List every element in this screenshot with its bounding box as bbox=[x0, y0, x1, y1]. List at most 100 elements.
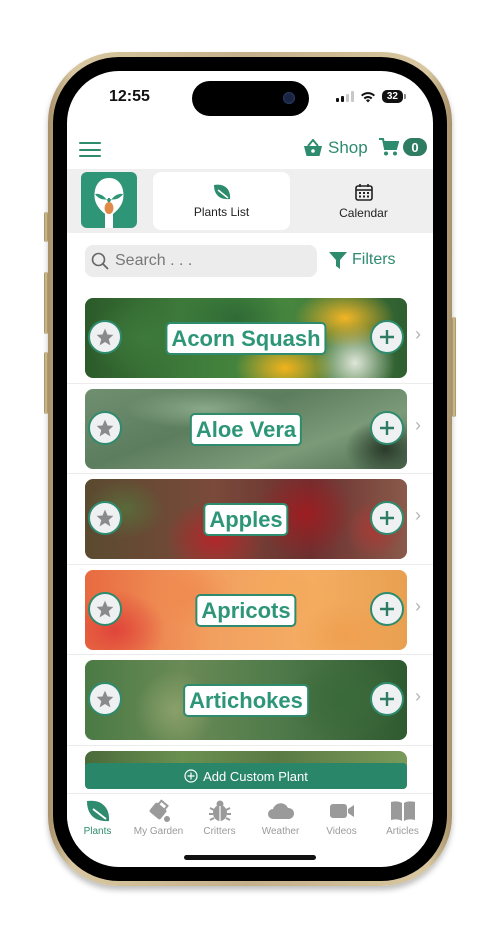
plant-card[interactable]: Acorn Squash bbox=[85, 298, 407, 378]
search-field[interactable] bbox=[85, 245, 317, 277]
favorite-button[interactable] bbox=[88, 410, 122, 445]
plus-icon bbox=[380, 420, 394, 435]
plant-card[interactable]: Aloe Vera bbox=[85, 388, 407, 469]
search-row: Filters bbox=[67, 243, 433, 279]
menu-button[interactable] bbox=[79, 142, 101, 157]
plant-name: Aloe Vera bbox=[189, 412, 303, 446]
plus-icon bbox=[380, 511, 394, 525]
star-icon bbox=[96, 690, 114, 708]
favorite-button[interactable] bbox=[88, 320, 122, 354]
action-button bbox=[44, 212, 48, 242]
leaf-icon bbox=[213, 184, 230, 200]
cart-button[interactable]: 0 bbox=[379, 138, 427, 156]
nav-videos[interactable]: Videos bbox=[311, 794, 372, 846]
cart-count-badge: 0 bbox=[403, 138, 427, 156]
chevron-right-icon[interactable]: › bbox=[415, 324, 421, 345]
nav-my-garden[interactable]: My Garden bbox=[128, 794, 189, 846]
home-indicator[interactable] bbox=[184, 855, 316, 860]
plant-row-aloe-vera[interactable]: Aloe Vera › bbox=[67, 384, 433, 474]
shop-label: Shop bbox=[328, 138, 368, 157]
chevron-right-icon[interactable]: › bbox=[415, 505, 421, 526]
shop-button[interactable]: Shop bbox=[303, 138, 368, 158]
add-custom-plant-button[interactable]: Add Custom Plant bbox=[85, 763, 407, 789]
plant-row-apples[interactable]: Apples › bbox=[67, 474, 433, 565]
camera-icon bbox=[283, 92, 295, 104]
plant-list[interactable]: Acorn Squash › Aloe Vera › Apples › Apri… bbox=[67, 293, 433, 783]
wifi-icon bbox=[360, 91, 375, 102]
favorite-button[interactable] bbox=[88, 682, 122, 716]
add-plant-button[interactable] bbox=[370, 320, 404, 354]
cart-icon bbox=[379, 138, 399, 156]
favorite-button[interactable] bbox=[88, 501, 122, 535]
volume-down-button bbox=[44, 352, 48, 414]
favorite-button[interactable] bbox=[88, 591, 122, 626]
nav-label: Plants bbox=[83, 826, 112, 837]
dynamic-island bbox=[192, 81, 309, 116]
star-icon bbox=[96, 509, 114, 527]
plus-icon bbox=[380, 330, 394, 344]
star-icon bbox=[96, 419, 114, 436]
video-camera-icon bbox=[329, 804, 354, 818]
top-tab-bar: Plants List Calendar bbox=[67, 169, 433, 233]
nav-weather[interactable]: Weather bbox=[250, 794, 311, 846]
star-icon bbox=[96, 600, 114, 617]
chevron-right-icon[interactable]: › bbox=[415, 415, 421, 436]
add-plant-button[interactable] bbox=[370, 591, 404, 626]
top-bar: Shop 0 bbox=[67, 135, 433, 165]
cloud-icon bbox=[267, 803, 294, 819]
power-button bbox=[452, 317, 456, 417]
tab-label: Calendar bbox=[339, 206, 388, 220]
add-plant-button[interactable] bbox=[370, 501, 404, 535]
search-icon bbox=[91, 252, 109, 270]
add-custom-plant-label: Add Custom Plant bbox=[203, 768, 308, 784]
plant-name: Artichokes bbox=[183, 684, 309, 717]
plant-row-acorn-squash[interactable]: Acorn Squash › bbox=[67, 293, 433, 384]
nav-label: Weather bbox=[261, 826, 300, 837]
plant-name: Apricots bbox=[195, 593, 297, 627]
phone-frame: 12:55 32 Shop 0 Plants List Calendar Sea… bbox=[44, 52, 456, 886]
nav-plants[interactable]: Plants bbox=[67, 794, 128, 846]
filters-button[interactable]: Filters bbox=[329, 251, 396, 269]
tab-plants-list[interactable]: Plants List bbox=[153, 172, 290, 230]
chevron-right-icon[interactable]: › bbox=[415, 596, 421, 617]
watering-can-icon bbox=[149, 799, 170, 822]
search-input[interactable] bbox=[113, 251, 307, 271]
plant-card[interactable]: Apples bbox=[85, 479, 407, 559]
filters-label: Filters bbox=[352, 251, 396, 268]
nav-articles[interactable]: Articles bbox=[372, 794, 433, 846]
plant-card[interactable]: Apricots bbox=[85, 569, 407, 650]
bottom-nav: Plants My Garden Critters Weather Videos… bbox=[67, 793, 433, 846]
chevron-right-icon[interactable]: › bbox=[415, 686, 421, 707]
leaf-icon bbox=[86, 800, 109, 822]
plant-row-apricots[interactable]: Apricots › bbox=[67, 565, 433, 655]
filter-icon bbox=[329, 251, 347, 269]
seed-spoon-logo-icon bbox=[94, 178, 124, 228]
signal-icon bbox=[335, 91, 354, 102]
plant-name: Acorn Squash bbox=[165, 322, 327, 355]
nav-label: Critters bbox=[203, 826, 236, 837]
plus-icon bbox=[380, 692, 394, 706]
status-icons: 32 bbox=[335, 90, 407, 103]
status-time: 12:55 bbox=[109, 88, 150, 105]
add-plant-button[interactable] bbox=[370, 682, 404, 716]
tab-calendar[interactable]: Calendar bbox=[295, 172, 432, 230]
basket-icon bbox=[304, 139, 322, 156]
bug-icon bbox=[208, 800, 231, 821]
plus-circle-icon bbox=[184, 769, 198, 783]
screen: 12:55 32 Shop 0 Plants List Calendar Sea… bbox=[67, 71, 433, 867]
calendar-icon bbox=[354, 184, 373, 201]
nav-label: Videos bbox=[326, 826, 357, 837]
plus-icon bbox=[380, 601, 394, 616]
nav-critters[interactable]: Critters bbox=[189, 794, 250, 846]
app-logo bbox=[81, 172, 137, 228]
plant-name: Apples bbox=[203, 503, 289, 536]
add-plant-button[interactable] bbox=[370, 410, 404, 445]
book-icon bbox=[390, 801, 415, 821]
plant-row-artichokes[interactable]: Artichokes › bbox=[67, 655, 433, 746]
nav-label: Articles bbox=[386, 826, 419, 837]
star-icon bbox=[96, 328, 114, 346]
volume-up-button bbox=[44, 272, 48, 334]
tab-label: Plants List bbox=[193, 205, 250, 219]
nav-label: My Garden bbox=[133, 826, 184, 837]
plant-card[interactable]: Artichokes bbox=[85, 660, 407, 740]
